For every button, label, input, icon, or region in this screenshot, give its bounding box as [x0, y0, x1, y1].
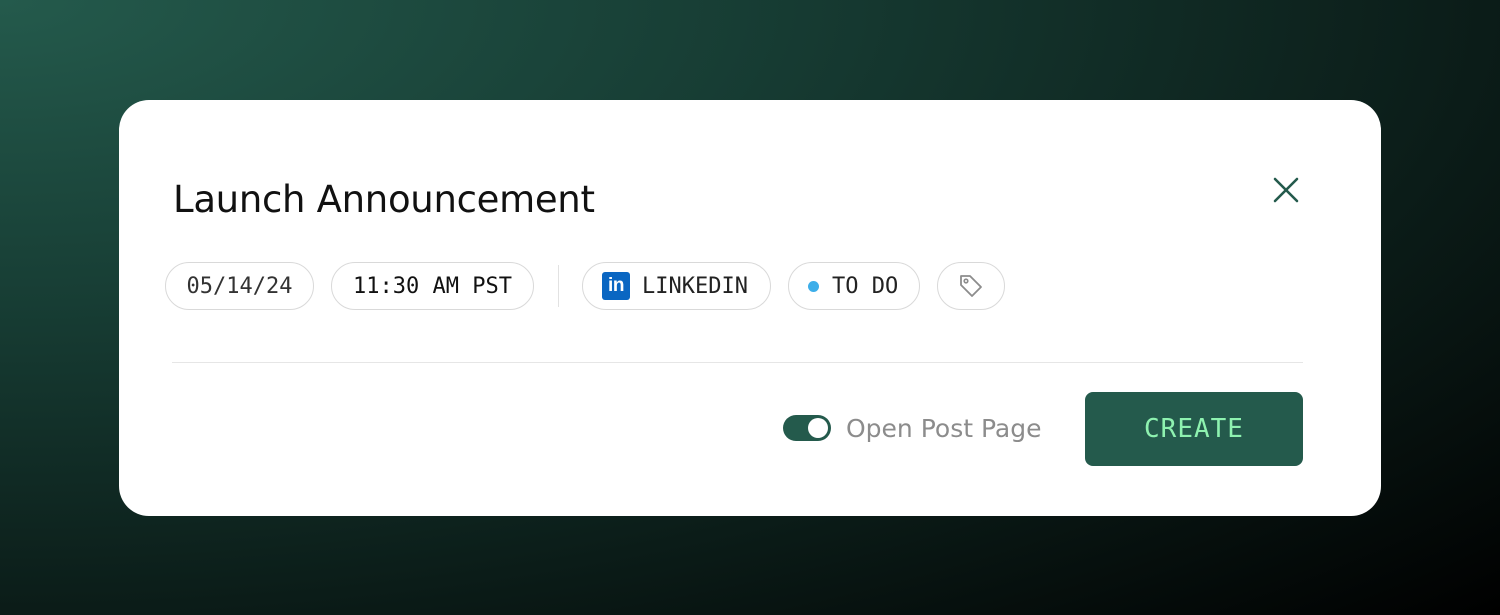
chip-separator [558, 265, 559, 307]
linkedin-icon: in [602, 272, 630, 300]
toggle-knob [808, 418, 828, 438]
status-chip[interactable]: TO DO [788, 262, 920, 310]
date-chip[interactable]: 05/14/24 [165, 262, 314, 310]
divider [172, 362, 1303, 363]
status-dot-icon [808, 280, 819, 292]
status-label: TO DO [832, 273, 899, 299]
platform-chip[interactable]: in LINKEDIN [582, 262, 771, 310]
create-button[interactable]: CREATE [1085, 392, 1303, 466]
close-button[interactable] [1268, 172, 1304, 208]
post-meta-chips: 05/14/24 11:30 AM PST in LINKEDIN TO DO [165, 262, 1005, 310]
tag-icon [960, 275, 982, 297]
toggle-label: Open Post Page [846, 413, 1042, 443]
tag-button[interactable] [937, 262, 1005, 310]
create-post-modal: Launch Announcement 05/14/24 11:30 AM PS… [119, 100, 1381, 516]
open-post-page-toggle[interactable]: Open Post Page [783, 410, 1042, 446]
toggle-switch[interactable] [783, 415, 831, 441]
post-title[interactable]: Launch Announcement [173, 178, 595, 221]
platform-label: LINKEDIN [642, 273, 748, 299]
close-icon [1273, 177, 1299, 203]
time-chip[interactable]: 11:30 AM PST [331, 262, 534, 310]
time-value: 11:30 AM PST [353, 273, 512, 299]
date-value: 05/14/24 [186, 273, 293, 299]
